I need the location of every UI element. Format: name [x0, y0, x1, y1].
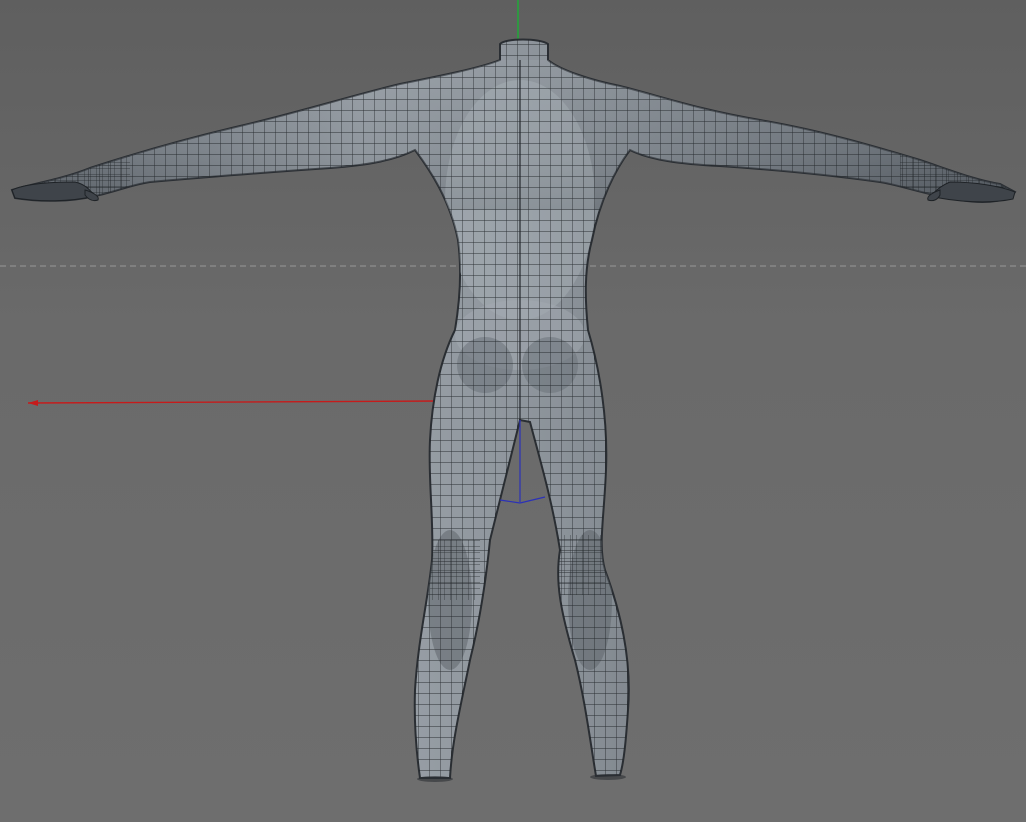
foot-shadow-left	[417, 776, 453, 782]
body-mesh	[11, 38, 1016, 779]
3d-viewport[interactable]	[0, 0, 1026, 822]
x-axis-arrow	[28, 400, 38, 406]
viewport-scene	[0, 0, 1026, 782]
foot-shadow-right	[590, 774, 626, 780]
x-axis	[27, 400, 441, 404]
